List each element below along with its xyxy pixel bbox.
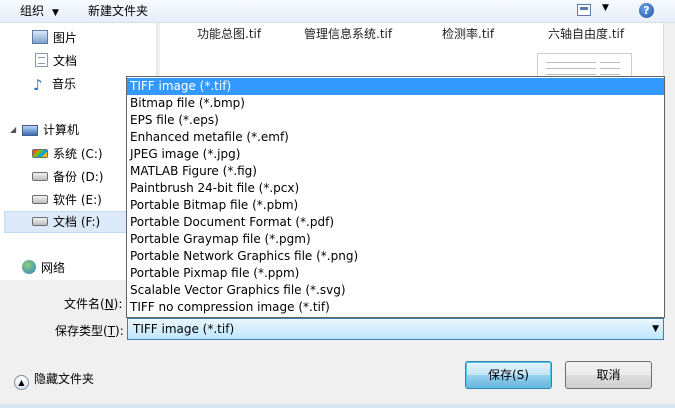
nav-item-computer[interactable]: 计算机 (22, 120, 79, 140)
nav-item-label: 备份 (D:) (53, 170, 104, 184)
chevron-down-icon[interactable]: ▼ (652, 319, 659, 339)
dropdown-option[interactable]: Scalable Vector Graphics file (*.svg) (127, 282, 664, 299)
network-icon (22, 260, 36, 274)
music-icon: ♪ (33, 76, 43, 94)
filename-label: 文件名(N): (64, 297, 123, 311)
dropdown-option[interactable]: JPEG image (*.jpg) (127, 146, 664, 163)
computer-icon (22, 125, 38, 136)
help-icon[interactable]: ? (639, 3, 654, 18)
savetype-select[interactable]: TIFF image (*.tif) ▼ (127, 318, 664, 340)
dropdown-option[interactable]: Portable Graymap file (*.pgm) (127, 231, 664, 248)
file-item[interactable]: 管理信息系统.tif (304, 25, 392, 42)
savetype-value: TIFF image (*.tif) (133, 322, 235, 336)
file-item[interactable]: 检测率.tif (442, 25, 494, 42)
file-item[interactable]: 功能总图.tif (197, 25, 261, 42)
chevron-down-icon: ▼ (52, 8, 59, 18)
nav-item-label: 计算机 (43, 123, 80, 137)
dropdown-option[interactable]: TIFF image (*.tif) (127, 78, 664, 95)
expand-arrow-icon[interactable]: ◢ (10, 125, 16, 134)
documents-icon (35, 53, 48, 67)
dropdown-option[interactable]: Portable Document Format (*.pdf) (127, 214, 664, 231)
cancel-button[interactable]: 取消 (565, 361, 652, 389)
nav-item-label: 文档 (F:) (53, 215, 101, 229)
toolbar: 组织 ▼ 新建文件夹 ▼ ? (0, 0, 675, 23)
nav-item-drive-c[interactable]: 系统 (C:) (32, 144, 103, 164)
nav-item-label: 文档 (53, 54, 78, 68)
dropdown-option[interactable]: Paintbrush 24-bit file (*.pcx) (127, 180, 664, 197)
savetype-label: 保存类型(T): (55, 324, 124, 338)
nav-item-label: 网络 (41, 261, 66, 275)
chevron-down-icon[interactable]: ▼ (602, 3, 609, 13)
hide-folders-label: 隐藏文件夹 (34, 372, 95, 386)
nav-item-label: 音乐 (52, 77, 77, 91)
dropdown-option[interactable]: Bitmap file (*.bmp) (127, 95, 664, 112)
pictures-icon (32, 30, 48, 44)
nav-item-label: 软件 (E:) (53, 193, 102, 207)
chevron-up-icon: ▲ (14, 375, 29, 390)
nav-item-label: 系统 (C:) (53, 147, 103, 161)
window-bottom-edge (0, 404, 675, 408)
new-folder-button[interactable]: 新建文件夹 (88, 3, 148, 19)
dropdown-option[interactable]: EPS file (*.eps) (127, 112, 664, 129)
organize-button[interactable]: 组织 ▼ (20, 3, 59, 19)
nav-item-drive-d[interactable]: 备份 (D:) (32, 167, 103, 187)
file-item[interactable]: 六轴自由度.tif (548, 25, 624, 42)
system-drive-icon (32, 149, 48, 158)
nav-item-network[interactable]: 网络 (22, 258, 65, 278)
dropdown-option[interactable]: Enhanced metafile (*.emf) (127, 129, 664, 146)
organize-label: 组织 (20, 4, 45, 18)
drive-icon (32, 195, 48, 204)
nav-item-label: 图片 (53, 31, 78, 45)
savetype-dropdown-list[interactable]: TIFF image (*.tif) Bitmap file (*.bmp) E… (126, 76, 665, 318)
nav-item-pictures[interactable]: 图片 (32, 28, 77, 48)
view-options-icon[interactable] (577, 4, 591, 16)
dropdown-option[interactable]: Portable Network Graphics file (*.png) (127, 248, 664, 265)
nav-item-drive-e[interactable]: 软件 (E:) (32, 190, 102, 210)
save-button[interactable]: 保存(S) (465, 361, 552, 389)
dropdown-option[interactable]: MATLAB Figure (*.fig) (127, 163, 664, 180)
dropdown-option[interactable]: Portable Bitmap file (*.pbm) (127, 197, 664, 214)
nav-item-music[interactable]: ♪ 音乐 (33, 74, 76, 94)
dropdown-option[interactable]: Portable Pixmap file (*.ppm) (127, 265, 664, 282)
nav-item-documents[interactable]: 文档 (35, 51, 77, 71)
nav-item-drive-f[interactable]: 文档 (F:) (32, 212, 100, 232)
drive-icon (32, 172, 48, 181)
dropdown-option[interactable]: TIFF no compression image (*.tif) (127, 299, 664, 316)
drive-icon (32, 217, 48, 226)
hide-folders-button[interactable]: ▲ 隐藏文件夹 (14, 370, 94, 390)
